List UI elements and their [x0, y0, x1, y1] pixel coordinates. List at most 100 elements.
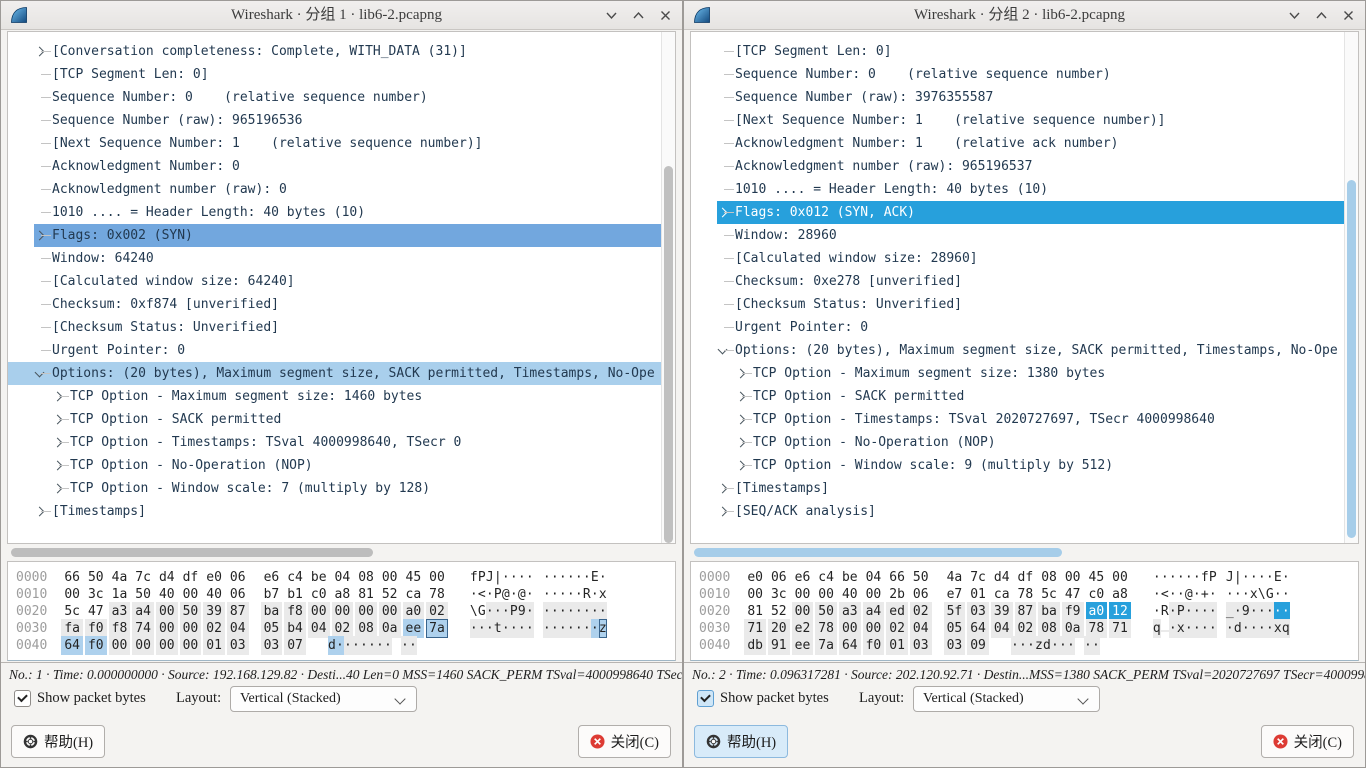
ascii-char[interactable]: ·	[1242, 619, 1250, 638]
tree-row[interactable]: Checksum: 0xf874 [unverified]	[8, 293, 661, 316]
hex-row[interactable]: 00205c47a3a400503987baf800000000a002\G··…	[16, 602, 675, 619]
hex-row[interactable]: 002081520050a3a4ed025f033987baf9a012·R·P…	[699, 602, 1358, 619]
ascii-char[interactable]: ·	[1084, 636, 1092, 655]
tree-row[interactable]: Flags: 0x002 (SYN)	[8, 224, 661, 247]
tree-row[interactable]: Sequence Number: 0 (relative sequence nu…	[691, 63, 1344, 86]
ascii-char[interactable]: ·	[344, 636, 352, 655]
chevron-right-icon[interactable]	[53, 392, 63, 402]
ascii-char[interactable]: ·	[352, 636, 360, 655]
tree-row[interactable]: Acknowledgment number (raw): 0	[8, 178, 661, 201]
tree-vertical-scrollbar[interactable]	[1344, 32, 1358, 543]
ascii-char[interactable]: ·	[575, 619, 583, 638]
minimize-icon[interactable]	[1288, 9, 1301, 22]
hex-byte[interactable]: 00	[156, 636, 178, 655]
hex-row[interactable]: 0010003c000040002b06e701ca785c47c0a8·<··…	[699, 585, 1358, 602]
hex-byte[interactable]: 03	[944, 636, 966, 655]
hex-byte[interactable]: 64	[839, 636, 861, 655]
show-packet-bytes-checkbox[interactable]	[14, 690, 31, 707]
hex-row[interactable]: 00307120e2780000020405640402080a7871q ·x…	[699, 619, 1358, 636]
scrollbar-handle[interactable]	[11, 548, 373, 557]
layout-select[interactable]: Vertical (Stacked)	[913, 686, 1100, 712]
tree-row[interactable]: TCP Option - Maximum segment size: 1460 …	[8, 385, 661, 408]
tree-row[interactable]: Acknowledgment Number: 0	[8, 155, 661, 178]
chevron-right-icon[interactable]	[718, 208, 728, 218]
tree-row[interactable]: Acknowledgment Number: 1 (relative ack n…	[691, 132, 1344, 155]
tree-row[interactable]: Checksum: 0xe278 [unverified]	[691, 270, 1344, 293]
ascii-char[interactable]: z	[1035, 636, 1043, 655]
hex-byte[interactable]: 7a	[426, 619, 448, 638]
ascii-char[interactable]: ·	[409, 636, 417, 655]
close-window-icon[interactable]	[1342, 9, 1355, 22]
tree-vertical-scrollbar[interactable]	[661, 32, 675, 543]
ascii-char[interactable]: ·	[470, 619, 478, 638]
maximize-icon[interactable]	[632, 9, 645, 22]
ascii-char[interactable]: q	[1153, 619, 1161, 638]
hex-row[interactable]: 000066504a7cd4dfe006e6c4be0408004500fPJ|…	[16, 568, 675, 585]
tree-row[interactable]: Flags: 0x012 (SYN, ACK)	[691, 201, 1344, 224]
tree-row[interactable]: TCP Option - Timestamps: TSval 400099864…	[8, 431, 661, 454]
tree-row[interactable]: [TCP Segment Len: 0]	[691, 40, 1344, 63]
hex-byte[interactable]: f0	[85, 636, 107, 655]
ascii-char[interactable]: ·	[360, 636, 368, 655]
chevron-right-icon[interactable]	[736, 438, 746, 448]
tree-row[interactable]: Options: (20 bytes), Maximum segment siz…	[8, 362, 661, 385]
tree-row[interactable]: TCP Option - SACK permitted	[691, 385, 1344, 408]
chevron-right-icon[interactable]	[53, 484, 63, 494]
tree-row[interactable]: Sequence Number (raw): 3976355587	[691, 86, 1344, 109]
layout-select[interactable]: Vertical (Stacked)	[230, 686, 417, 712]
ascii-char[interactable]: ·	[1250, 619, 1258, 638]
ascii-char[interactable]: ·	[1266, 619, 1274, 638]
hex-byte[interactable]: 71	[1109, 619, 1131, 638]
maximize-icon[interactable]	[1315, 9, 1328, 22]
ascii-char[interactable]: ·	[567, 619, 575, 638]
ascii-char[interactable]: ·	[1209, 619, 1217, 638]
tree-row[interactable]: 1010 .... = Header Length: 40 bytes (10)	[691, 178, 1344, 201]
tree-row[interactable]: [TCP Segment Len: 0]	[8, 63, 661, 86]
tree-row[interactable]: TCP Option - Timestamps: TSval 202072769…	[691, 408, 1344, 431]
packet-bytes-pane[interactable]: 000066504a7cd4dfe006e6c4be0408004500fPJ|…	[7, 561, 676, 661]
close-button[interactable]: 关闭(C)	[1261, 725, 1354, 758]
scrollbar-handle[interactable]	[1347, 180, 1356, 538]
hex-byte[interactable]: 91	[768, 636, 790, 655]
chevron-right-icon[interactable]	[736, 415, 746, 425]
hex-row[interactable]: 0000e006e6c4be0466504a7cd4df08004500····…	[699, 568, 1358, 585]
ascii-char[interactable]: ·	[583, 619, 591, 638]
close-button[interactable]: 关闭(C)	[578, 725, 671, 758]
chevron-right-icon[interactable]	[53, 415, 63, 425]
ascii-char[interactable]: ·	[551, 619, 559, 638]
ascii-char[interactable]: ·	[559, 619, 567, 638]
tree-row[interactable]: [Calculated window size: 28960]	[691, 247, 1344, 270]
hex-byte[interactable]: 00	[109, 636, 131, 655]
tree-row[interactable]: Urgent Pointer: 0	[8, 339, 661, 362]
hex-byte[interactable]: 09	[967, 636, 989, 655]
ascii-char[interactable]: ·	[1201, 619, 1209, 638]
scrollbar-handle[interactable]	[664, 166, 673, 543]
tree-row[interactable]: TCP Option - Window scale: 7 (multiply b…	[8, 477, 661, 500]
tree-row[interactable]: [Timestamps]	[691, 477, 1344, 500]
ascii-char[interactable]: ·	[478, 619, 486, 638]
ascii-char[interactable]: ·	[1019, 636, 1027, 655]
ascii-char[interactable]: ·	[1067, 636, 1075, 655]
help-button[interactable]: 帮助(H)	[11, 725, 105, 758]
ascii-char[interactable]: x	[1177, 619, 1185, 638]
chevron-right-icon[interactable]	[35, 47, 45, 57]
tree-horizontal-scrollbar[interactable]	[7, 547, 676, 558]
scrollbar-handle[interactable]	[694, 548, 1062, 557]
ascii-char[interactable]: ·	[376, 636, 384, 655]
ascii-char[interactable]: ·	[543, 619, 551, 638]
ascii-char[interactable]: ·	[384, 636, 392, 655]
tree-row[interactable]: Acknowledgment number (raw): 965196537	[691, 155, 1344, 178]
packet-bytes-pane[interactable]: 0000e006e6c4be0466504a7cd4df08004500····…	[690, 561, 1359, 661]
hex-byte[interactable]: 07	[284, 636, 306, 655]
chevron-right-icon[interactable]	[736, 392, 746, 402]
ascii-char[interactable]: ·	[518, 619, 526, 638]
hex-row[interactable]: 004064f00000000001030307d·········	[16, 636, 675, 653]
tree-row[interactable]: TCP Option - Window scale: 9 (multiply b…	[691, 454, 1344, 477]
tree-row[interactable]: [Checksum Status: Unverified]	[8, 316, 661, 339]
ascii-char[interactable]: ·	[591, 619, 599, 638]
hex-byte[interactable]: 00	[132, 636, 154, 655]
hex-row[interactable]: 0010003c1a5040004006b7b1c0a88152ca78·<·P…	[16, 585, 675, 602]
chevron-down-icon[interactable]	[718, 345, 728, 355]
hex-row[interactable]: 0030faf0f8740000020405b40402080aee7a···t…	[16, 619, 675, 636]
minimize-icon[interactable]	[605, 9, 618, 22]
